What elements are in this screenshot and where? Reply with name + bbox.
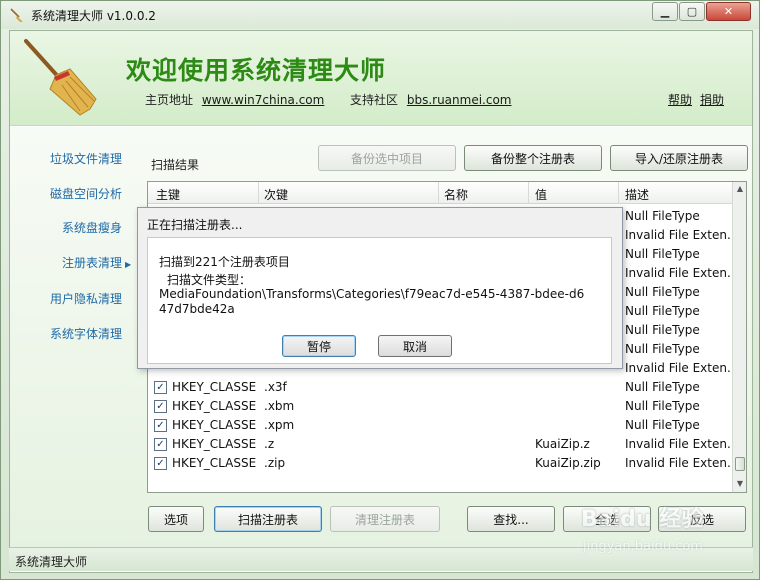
- sidebar-item-disk-analysis[interactable]: 磁盘空间分析: [50, 185, 122, 202]
- scan-registry-button[interactable]: 扫描注册表: [214, 506, 322, 532]
- scan-result-label: 扫描结果: [151, 158, 200, 172]
- cell-sub-key: .x3f: [264, 380, 287, 394]
- close-button[interactable]: ✕: [706, 2, 751, 21]
- baidu-watermark: Baidu 经验 jingyan.baidu.com: [581, 501, 751, 563]
- import-restore-button[interactable]: 导入/还原注册表: [610, 145, 748, 171]
- cell-description: Null FileType: [625, 399, 700, 413]
- community-label: 支持社区: [350, 93, 399, 107]
- cell-description: Null FileType: [625, 304, 700, 318]
- sidebar-item-label: 注册表清理: [62, 256, 123, 270]
- scan-progress-dialog: 正在扫描注册表... 扫描到221个注册表项目 扫描文件类型： MediaFou…: [137, 207, 623, 369]
- scroll-up-icon[interactable]: ▲: [733, 182, 746, 196]
- row-checkbox[interactable]: ✓: [154, 400, 167, 413]
- cell-sub-key: .xpm: [264, 418, 295, 432]
- cell-main-key: HKEY_CLASSE...: [172, 380, 256, 394]
- column-header[interactable]: 值: [535, 186, 547, 203]
- header-banner: 欢迎使用系统清理大师 主页地址 www.win7china.com 支持社区 b…: [10, 31, 752, 126]
- help-link[interactable]: 帮助: [668, 91, 692, 108]
- status-text: 系统清理大师: [15, 555, 88, 569]
- broom-logo-icon: [24, 39, 97, 116]
- backup-selected-button[interactable]: 备份选中项目: [318, 145, 456, 171]
- cell-description: Invalid File Exten...: [625, 456, 739, 470]
- watermark-site: jingyan.baidu.com: [583, 539, 703, 554]
- homepage-label: 主页地址: [145, 93, 194, 107]
- column-header[interactable]: 主键: [156, 186, 180, 203]
- title-bar[interactable]: 系统清理大师 v1.0.0.2 ▁ ▢ ✕: [1, 1, 759, 29]
- row-checkbox[interactable]: ✓: [154, 381, 167, 394]
- table-row[interactable]: ✓ HKEY_CLASSE... .xpm Null FileType: [148, 416, 732, 435]
- sidebar-item-junk-files[interactable]: 垃圾文件清理: [50, 150, 122, 167]
- cell-description: Null FileType: [625, 247, 700, 261]
- backup-all-button[interactable]: 备份整个注册表: [464, 145, 602, 171]
- row-checkbox[interactable]: ✓: [154, 438, 167, 451]
- homepage-link[interactable]: www.win7china.com: [202, 93, 324, 107]
- community-link[interactable]: bbs.ruanmei.com: [407, 93, 512, 107]
- maximize-button[interactable]: ▢: [679, 2, 705, 21]
- cell-main-key: HKEY_CLASSE...: [172, 456, 256, 470]
- options-button[interactable]: 选项: [148, 506, 204, 532]
- cell-description: Invalid File Exten...: [625, 437, 739, 451]
- pause-button[interactable]: 暂停: [282, 335, 356, 357]
- cell-sub-key: .zip: [264, 456, 286, 470]
- close-icon: ✕: [723, 5, 734, 18]
- table-row[interactable]: ✓ HKEY_CLASSE... .zip KuaiZip.zip Invali…: [148, 454, 738, 473]
- row-checkbox[interactable]: ✓: [154, 457, 167, 470]
- cell-main-key: HKEY_CLASSE...: [172, 418, 256, 432]
- current-scan-path: MediaFoundation\Transforms\Categories\f7…: [159, 287, 585, 316]
- cell-description: Null FileType: [625, 418, 700, 432]
- cell-description: Invalid File Exten...: [625, 266, 739, 280]
- table-row[interactable]: ✓ HKEY_CLASSE... .x3f Null FileType: [148, 378, 732, 397]
- scroll-thumb[interactable]: [735, 457, 745, 471]
- found-count-text: 扫描到221个注册表项目: [159, 255, 290, 269]
- sidebar-item-privacy[interactable]: 用户隐私清理: [50, 290, 122, 307]
- cell-main-key: HKEY_CLASSE...: [172, 437, 256, 451]
- cell-sub-key: .xbm: [264, 399, 295, 413]
- window-title: 系统清理大师 v1.0.0.2: [31, 9, 156, 23]
- cell-description: Null FileType: [625, 323, 700, 337]
- cell-description: Invalid File Exten...: [625, 361, 739, 375]
- watermark-logo: Baidu 经验: [581, 507, 704, 532]
- banner-title: 欢迎使用系统清理大师: [126, 56, 387, 85]
- scroll-down-icon[interactable]: ▼: [733, 477, 746, 491]
- maximize-icon: ▢: [686, 5, 698, 18]
- community-row: 支持社区 bbs.ruanmei.com: [350, 91, 512, 108]
- file-type-label: 扫描文件类型：: [167, 273, 252, 287]
- cell-value: KuaiZip.z: [535, 437, 590, 451]
- table-row[interactable]: ✓ HKEY_CLASSE... .xbm Null FileType: [148, 397, 732, 416]
- table-header: 主键 次键 名称 值 描述: [148, 182, 732, 204]
- table-scrollbar[interactable]: ▲ ▼: [732, 182, 746, 492]
- broom-app-icon: [10, 8, 23, 22]
- dialog-title: 正在扫描注册表...: [147, 218, 243, 232]
- cell-main-key: HKEY_CLASSE...: [172, 399, 256, 413]
- homepage-row: 主页地址 www.win7china.com: [145, 91, 324, 108]
- find-button[interactable]: 查找...: [467, 506, 555, 532]
- cell-description: Null FileType: [625, 380, 700, 394]
- clean-registry-button[interactable]: 清理注册表: [330, 506, 440, 532]
- donate-link[interactable]: 捐助: [700, 91, 724, 108]
- sidebar-item-system-slim[interactable]: 系统盘瘦身: [62, 219, 122, 236]
- row-checkbox[interactable]: ✓: [154, 419, 167, 432]
- cell-sub-key: .z: [264, 437, 275, 451]
- minimize-button[interactable]: ▁: [652, 2, 678, 21]
- cell-description: Null FileType: [625, 342, 700, 356]
- minimize-icon: ▁: [660, 5, 670, 18]
- column-header[interactable]: 次键: [264, 186, 288, 203]
- table-row[interactable]: ✓ HKEY_CLASSE... .z KuaiZip.z Invalid Fi…: [148, 435, 738, 454]
- cell-value: KuaiZip.zip: [535, 456, 601, 470]
- app-window: 系统清理大师 v1.0.0.2 ▁ ▢ ✕ 欢迎使用系统清理大师 主页地址 ww…: [0, 0, 760, 580]
- sidebar-item-fonts[interactable]: 系统字体清理: [50, 325, 122, 342]
- column-header[interactable]: 名称: [444, 186, 468, 203]
- sidebar-item-registry[interactable]: 注册表清理: [62, 254, 131, 271]
- cell-description: Null FileType: [625, 285, 700, 299]
- cancel-button[interactable]: 取消: [378, 335, 452, 357]
- column-header[interactable]: 描述: [625, 186, 649, 203]
- cell-description: Invalid File Exten...: [625, 228, 739, 242]
- cell-description: Null FileType: [625, 209, 700, 223]
